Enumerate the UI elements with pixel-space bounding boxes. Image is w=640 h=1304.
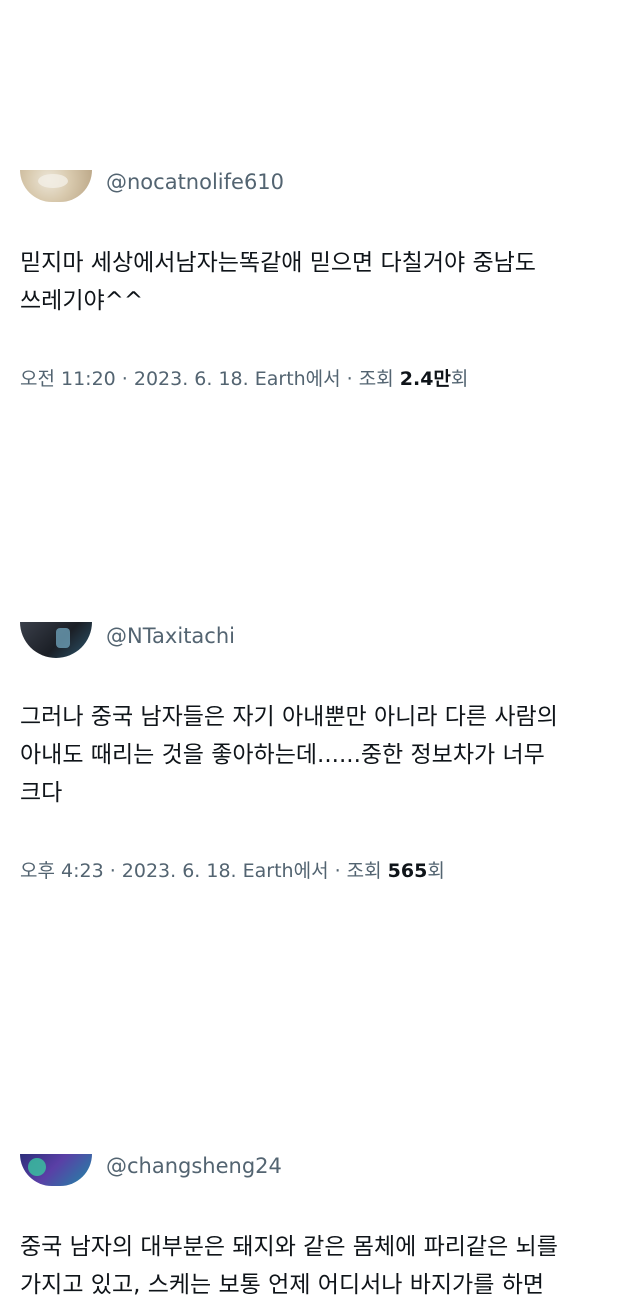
tweet-text-line: 아내도 때리는 것을 좋아하는데......중한 정보차가 너무 — [20, 742, 545, 768]
username[interactable]: @nocatnolife610 — [106, 170, 284, 194]
tweet-text: 그러나 중국 남자들은 자기 아내뿐만 아니라 다른 사람의 아내도 때리는 것… — [20, 698, 630, 812]
tweet-text: 중국 남자의 대부분은 돼지와 같은 몸체에 파리같은 뇌를 가지고 있고, 스… — [20, 1228, 630, 1304]
view-suffix: 회 — [450, 368, 469, 390]
view-count: 2.4만 — [399, 368, 451, 390]
username[interactable]: @NTaxitachi — [106, 624, 235, 648]
timestamp[interactable]: 오전 11:20 · 2023. 6. 18. Earth에서 · 조회 — [20, 368, 400, 390]
tweet-text-line: 믿지마 세상에서남자는똑같애 믿으면 다칠거야 중남도 — [20, 250, 536, 276]
tweet-text-line: 가지고 있고, 스케는 보통 언제 어디서나 바지가를 하면 — [20, 1272, 545, 1298]
tweet-text: 믿지마 세상에서남자는똑같애 믿으면 다칠거야 중남도 쓰레기야^^ — [20, 244, 630, 320]
tweet-text-line: 쓰레기야^^ — [20, 288, 144, 314]
view-count: 565 — [387, 860, 428, 882]
avatar[interactable] — [20, 1154, 92, 1186]
timestamp[interactable]: 오후 4:23 · 2023. 6. 18. Earth에서 · 조회 — [20, 860, 388, 882]
tweet-text-line: 그러나 중국 남자들은 자기 아내뿐만 아니라 다른 사람의 — [20, 704, 558, 730]
avatar[interactable] — [20, 170, 92, 202]
avatar[interactable] — [20, 622, 92, 658]
username[interactable]: @changsheng24 — [106, 1154, 282, 1178]
tweet-meta: 오전 11:20 · 2023. 6. 18. Earth에서 · 조회 2.4… — [20, 364, 468, 391]
tweet-meta: 오후 4:23 · 2023. 6. 18. Earth에서 · 조회 565회 — [20, 856, 445, 883]
view-suffix: 회 — [427, 860, 445, 882]
tweet-text-line: 크다 — [20, 780, 63, 806]
tweet-text-line: 중국 남자의 대부분은 돼지와 같은 몸체에 파리같은 뇌를 — [20, 1234, 558, 1260]
